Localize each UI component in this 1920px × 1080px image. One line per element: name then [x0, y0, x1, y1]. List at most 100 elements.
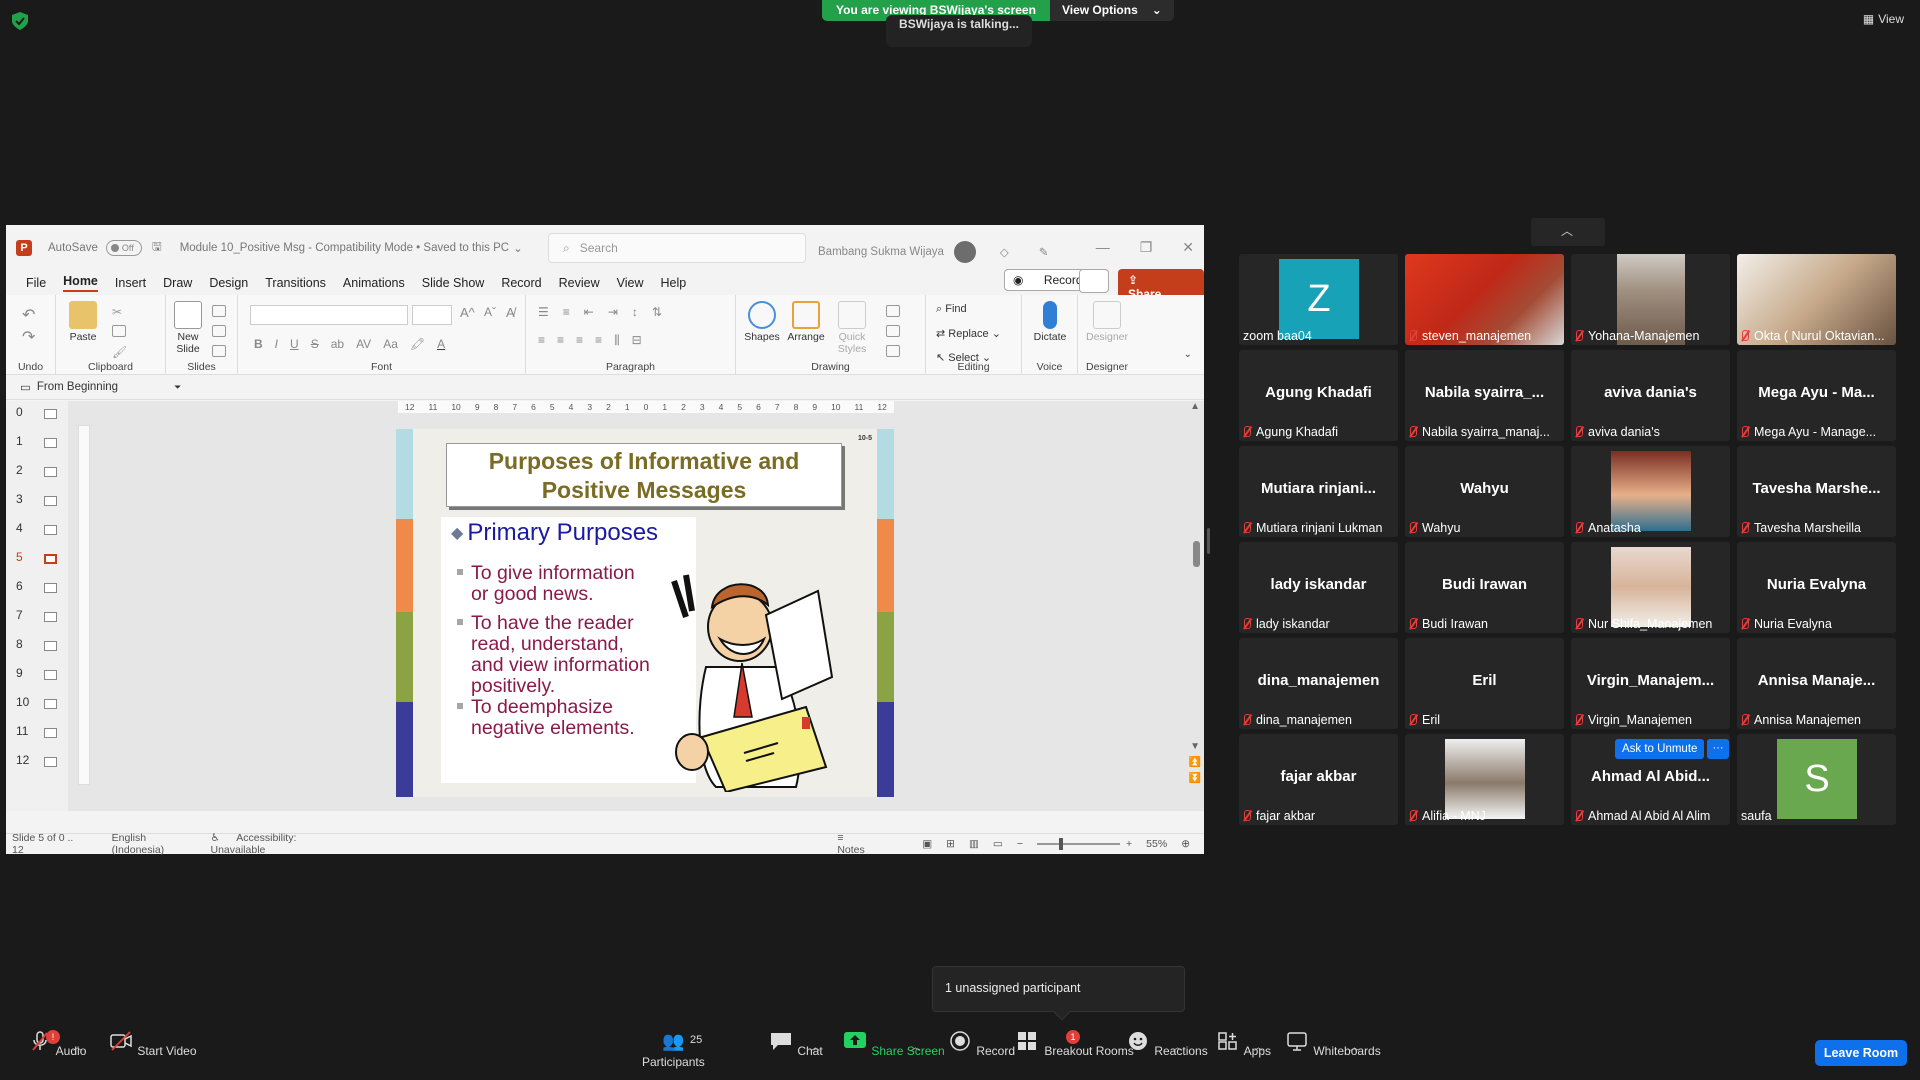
slideshow-view-icon[interactable]: ▭	[993, 838, 1003, 850]
shape-effects-icon[interactable]	[886, 345, 900, 357]
redo-icon[interactable]: ↷	[22, 327, 35, 347]
italic-icon[interactable]: I	[275, 337, 278, 351]
shape-fill-icon[interactable]	[886, 305, 900, 317]
format-painter-icon[interactable]: 🖌	[112, 345, 127, 359]
reactions-button[interactable]: Reactions	[1125, 1030, 1208, 1058]
zoom-level[interactable]: 55%	[1146, 838, 1167, 850]
font-size-select[interactable]	[412, 305, 452, 325]
thumbnail-8[interactable]: 8	[14, 635, 64, 659]
numbering-icon[interactable]: ≡	[563, 305, 570, 319]
dictate-button[interactable]: Dictate	[1030, 301, 1070, 343]
underline-icon[interactable]: U	[290, 337, 299, 351]
align-left-icon[interactable]: ≡	[538, 333, 545, 348]
thumbnail-6[interactable]: 6	[14, 577, 64, 601]
thumbnail-11[interactable]: 11	[14, 722, 64, 746]
tab-insert[interactable]: Insert	[115, 276, 146, 290]
start-video-button[interactable]: Start Video	[108, 1030, 197, 1058]
bullets-icon[interactable]: ☰	[538, 305, 549, 319]
participant-tile[interactable]: Okta ( Nurul Oktavian...	[1737, 254, 1896, 345]
line-spacing-icon[interactable]: ↕	[632, 305, 638, 319]
fit-slide-icon[interactable]: ⊕	[1181, 838, 1190, 850]
share-caret-icon[interactable]: ︿	[911, 1040, 920, 1053]
char-spacing-icon[interactable]: AV	[356, 337, 371, 351]
audio-options-caret-icon[interactable]: ︿	[73, 1040, 82, 1053]
participant-tile[interactable]: fajar akbar fajar akbar	[1239, 734, 1398, 825]
participant-tile[interactable]: Anatasha	[1571, 446, 1730, 537]
thumbnail-1[interactable]: 1	[14, 432, 64, 456]
participant-tile[interactable]: Alifia - MNJ	[1405, 734, 1564, 825]
ppt-search-box[interactable]: ⌕ Search	[548, 233, 806, 263]
thumbnail-3[interactable]: 3	[14, 490, 64, 514]
shadow-icon[interactable]: ab	[331, 337, 344, 351]
from-beginning-button[interactable]: From Beginning	[37, 381, 118, 393]
participant-tile[interactable]: Tavesha Marshe... Tavesha Marsheilla	[1737, 446, 1896, 537]
language-status[interactable]: English (Indonesia)	[112, 832, 197, 856]
new-slide-button[interactable]: New Slide	[170, 301, 206, 355]
participant-tile[interactable]: lady iskandar lady iskandar	[1239, 542, 1398, 633]
ask-to-unmute-button[interactable]: Ask to Unmute	[1615, 739, 1705, 759]
split-view-handle[interactable]	[1207, 528, 1210, 554]
participant-tile[interactable]: Mutiara rinjani... Mutiara rinjani Lukman	[1239, 446, 1398, 537]
decrease-indent-icon[interactable]: ⇤	[584, 305, 594, 319]
shapes-button[interactable]: Shapes	[744, 301, 780, 343]
tab-review[interactable]: Review	[559, 276, 600, 290]
align-right-icon[interactable]: ≡	[576, 333, 583, 348]
align-text-icon[interactable]: ⊟	[632, 333, 642, 348]
apps-caret-icon[interactable]: ︿	[1254, 1040, 1263, 1053]
whiteboards-button[interactable]: Whiteboards	[1284, 1030, 1381, 1058]
view-button[interactable]: ▦ View	[1863, 12, 1904, 26]
shape-outline-icon[interactable]	[886, 325, 900, 337]
participant-tile[interactable]: dina_manajemen dina_manajemen	[1239, 638, 1398, 729]
thumbnail-2[interactable]: 2	[14, 461, 64, 485]
normal-view-icon[interactable]: ▣	[922, 838, 932, 850]
tab-design[interactable]: Design	[209, 276, 248, 290]
view-options-menu[interactable]: View Options ⌄	[1049, 0, 1174, 21]
account-area[interactable]: Bambang Sukma Wijaya ◇ ✎	[818, 241, 1048, 263]
reactions-caret-icon[interactable]: ︿	[1173, 1040, 1182, 1053]
save-icon[interactable]: 🖫	[152, 239, 162, 258]
diamond-icon[interactable]: ◇	[1000, 245, 1009, 259]
clear-format-icon[interactable]: A̸	[506, 305, 515, 320]
increase-indent-icon[interactable]: ⇥	[608, 305, 618, 319]
highlight-icon[interactable]: 🖍	[410, 337, 425, 351]
pen-icon[interactable]: ✎	[1039, 245, 1049, 259]
cut-icon[interactable]: ✂	[112, 305, 126, 319]
zoom-in-icon[interactable]: +	[1126, 838, 1132, 850]
slide-sorter-icon[interactable]: ⊞	[946, 838, 955, 850]
increase-font-icon[interactable]: A^	[460, 305, 475, 320]
whiteboards-caret-icon[interactable]: ︿	[1350, 1040, 1359, 1053]
scroll-down-icon[interactable]: ▼	[1190, 741, 1200, 752]
security-shield-icon[interactable]	[12, 12, 28, 30]
file-title[interactable]: Module 10_Positive Msg - Compatibility M…	[180, 242, 509, 254]
copy-icon[interactable]	[112, 325, 126, 337]
comments-button[interactable]	[1079, 269, 1109, 293]
tab-view[interactable]: View	[617, 276, 644, 290]
tab-help[interactable]: Help	[660, 276, 686, 290]
section-icon[interactable]	[212, 345, 226, 357]
text-direction-icon[interactable]: ⇅	[652, 305, 662, 319]
quick-styles-button[interactable]: Quick Styles	[832, 301, 872, 355]
slide-canvas[interactable]: 10-5 Purposes of Informative and Positiv…	[396, 429, 894, 797]
undo-icon[interactable]: ↶	[22, 305, 35, 325]
tab-transitions[interactable]: Transitions	[265, 276, 326, 290]
participant-tile[interactable]: Agung Khadafi Agung Khadafi	[1239, 350, 1398, 441]
participant-tile[interactable]: Nuria Evalyna Nuria Evalyna	[1737, 542, 1896, 633]
tab-home[interactable]: Home	[63, 274, 98, 292]
align-center-icon[interactable]: ≡	[557, 333, 564, 348]
more-options-button[interactable]: ···	[1707, 739, 1729, 759]
thumbnail-12[interactable]: 12	[14, 751, 64, 775]
close-icon[interactable]: ✕	[1182, 239, 1194, 256]
font-family-select[interactable]	[250, 305, 408, 325]
designer-button[interactable]: Designer	[1082, 301, 1132, 343]
participant-tile[interactable]: Eril Eril	[1405, 638, 1564, 729]
bold-icon[interactable]: B	[254, 337, 263, 351]
dropdown-icon[interactable]: ⏷	[174, 382, 181, 393]
participant-tile[interactable]: aviva dania's aviva dania's	[1571, 350, 1730, 441]
autosave-toggle[interactable]: Off	[105, 240, 142, 256]
font-color-icon[interactable]: A	[437, 337, 445, 351]
participant-tile[interactable]: Mega Ayu - Ma... Mega Ayu - Manage...	[1737, 350, 1896, 441]
participant-tile[interactable]: S saufa	[1737, 734, 1896, 825]
restore-icon[interactable]: ❐	[1140, 239, 1153, 256]
share-screen-button[interactable]: Share Screen	[842, 1030, 945, 1058]
accessibility-status[interactable]: ♿ Accessibility: Unavailable	[211, 832, 360, 856]
